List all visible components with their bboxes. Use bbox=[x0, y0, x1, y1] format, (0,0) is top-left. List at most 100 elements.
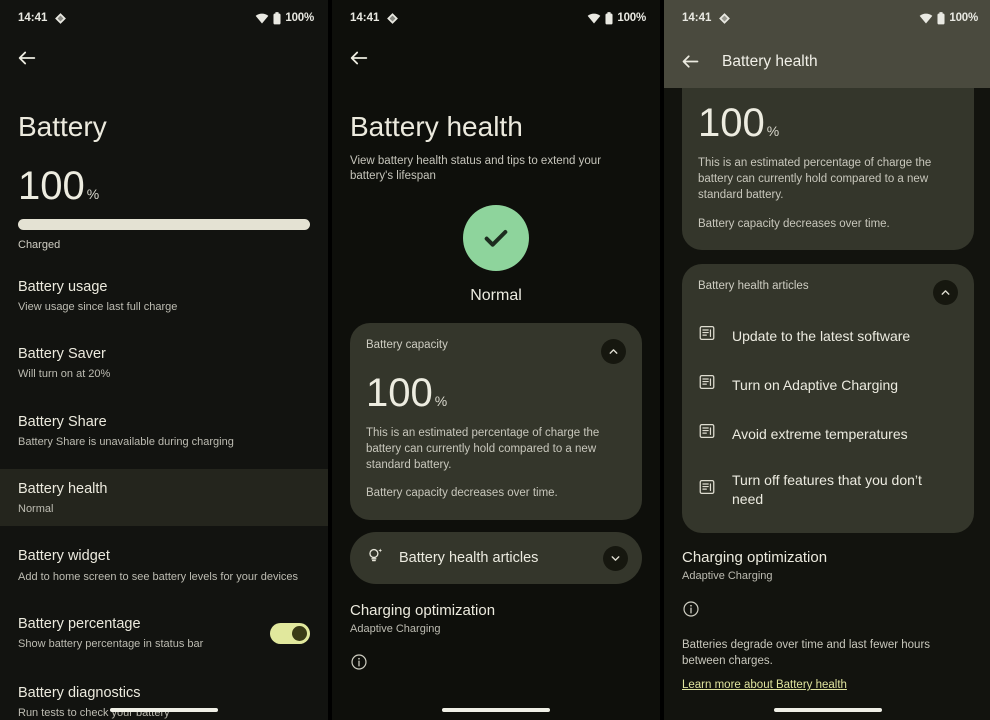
diamond-icon bbox=[54, 12, 67, 25]
status-bar: 14:41 100% bbox=[332, 0, 660, 36]
status-bar-time: 14:41 bbox=[18, 12, 48, 24]
chevron-up-icon[interactable] bbox=[933, 280, 958, 306]
battery-icon bbox=[937, 11, 945, 25]
status-bar-left: 14:41 bbox=[18, 12, 67, 25]
info-icon bbox=[682, 600, 974, 623]
diamond-icon bbox=[718, 12, 731, 25]
degradation-note: Batteries degrade over time and last few… bbox=[682, 638, 931, 667]
capacity-number: 100 bbox=[698, 101, 765, 145]
list-item-battery-health[interactable]: Battery health Normal bbox=[0, 469, 328, 527]
gesture-nav-pill[interactable] bbox=[442, 708, 550, 712]
article-list-item[interactable]: Turn on Adaptive Charging bbox=[698, 360, 958, 409]
app-bar: Battery health bbox=[664, 36, 990, 88]
panel-battery-health: 14:41 100% Battery health View battery h… bbox=[332, 0, 660, 720]
back-bar bbox=[0, 36, 328, 80]
back-arrow-icon[interactable] bbox=[16, 47, 38, 69]
list-item[interactable]: Battery Share Battery Share is unavailab… bbox=[18, 402, 310, 459]
list-item-summary: Show battery percentage in status bar bbox=[18, 638, 204, 651]
charging-optimization-title[interactable]: Charging optimization bbox=[350, 602, 642, 619]
card-label: Battery capacity bbox=[366, 338, 448, 351]
toggle-knob bbox=[292, 625, 307, 641]
battery-capacity-card[interactable]: 100% This is an estimated percentage of … bbox=[682, 66, 974, 251]
capacity-unit: % bbox=[766, 123, 780, 139]
check-circle-icon bbox=[463, 204, 529, 271]
list-item[interactable]: Battery Saver Will turn on at 20% bbox=[18, 334, 310, 391]
articles-bar-title: Battery health articles bbox=[399, 550, 539, 567]
article-label: Update to the latest software bbox=[732, 327, 911, 344]
list-item-title: Battery usage bbox=[18, 278, 108, 295]
battery-percentage-toggle[interactable] bbox=[270, 622, 310, 644]
status-bar-time: 14:41 bbox=[682, 12, 712, 24]
status-bar-left: 14:41 bbox=[350, 12, 399, 25]
status-bar-battery-percent: 100% bbox=[285, 12, 314, 24]
info-icon bbox=[350, 653, 642, 676]
panel3-body: 100% This is an estimated percentage of … bbox=[664, 66, 990, 693]
panel1-body: Battery 100% Charged Battery usage View … bbox=[0, 80, 328, 720]
wifi-icon bbox=[587, 13, 601, 24]
status-bar-battery-percent: 100% bbox=[617, 12, 646, 24]
panel-battery-settings: 14:41 100% Battery 100 % Charged Battery… bbox=[0, 0, 328, 720]
list-item-title: Battery Share bbox=[18, 413, 107, 430]
lightbulb-idea-icon bbox=[366, 546, 385, 570]
list-item-summary: Normal bbox=[18, 503, 54, 516]
charging-optimization-summary: Adaptive Charging bbox=[682, 569, 773, 582]
list-item-summary: View usage since last full charge bbox=[18, 300, 178, 313]
article-icon bbox=[698, 478, 716, 501]
status-bar: 14:41 100% bbox=[0, 0, 328, 36]
wifi-icon bbox=[919, 13, 933, 24]
list-item[interactable]: Battery usage View usage since last full… bbox=[18, 267, 310, 324]
capacity-paragraph-2: Battery capacity decreases over time. bbox=[698, 217, 890, 230]
capacity-unit: % bbox=[434, 392, 448, 409]
charging-optimization-summary: Adaptive Charging bbox=[350, 623, 441, 636]
back-arrow-icon[interactable] bbox=[680, 51, 702, 73]
list-item-summary: Battery Share is unavailable during char… bbox=[18, 435, 234, 448]
list-item-battery-percentage[interactable]: Battery percentage Show battery percenta… bbox=[18, 604, 310, 661]
list-item-summary: Add to home screen to see battery levels… bbox=[18, 570, 299, 583]
article-icon bbox=[698, 324, 716, 347]
capacity-paragraph-1: This is an estimated percentage of charg… bbox=[698, 157, 932, 201]
article-list-item[interactable]: Avoid extreme temperatures bbox=[698, 409, 958, 458]
list-item-title: Battery Saver bbox=[18, 346, 106, 363]
status-bar-right: 100% bbox=[587, 11, 646, 25]
status-bar-time: 14:41 bbox=[350, 12, 380, 24]
battery-health-articles-bar[interactable]: Battery health articles bbox=[350, 532, 642, 585]
list-item[interactable]: Battery diagnostics Run tests to check y… bbox=[18, 673, 310, 720]
app-bar-title: Battery health bbox=[722, 53, 818, 70]
three-panel-screenshot: 14:41 100% Battery 100 % Charged Battery… bbox=[0, 0, 990, 720]
status-bar-right: 100% bbox=[919, 11, 978, 25]
page-subtitle: View battery health status and tips to e… bbox=[350, 154, 602, 183]
article-label: Turn off features that you don’t need bbox=[732, 472, 922, 507]
capacity-paragraph-2: Battery capacity decreases over time. bbox=[366, 487, 558, 500]
battery-level-unit: % bbox=[86, 185, 100, 202]
learn-more-link[interactable]: Learn more about Battery health bbox=[682, 679, 847, 691]
gesture-nav-pill[interactable] bbox=[110, 708, 218, 712]
battery-icon bbox=[605, 11, 613, 25]
status-bar-battery-percent: 100% bbox=[949, 12, 978, 24]
list-item[interactable]: Battery widget Add to home screen to see… bbox=[18, 536, 310, 593]
health-status-label: Normal bbox=[470, 286, 522, 304]
battery-progress-bar bbox=[18, 218, 310, 230]
back-bar bbox=[332, 36, 660, 80]
article-label: Turn on Adaptive Charging bbox=[732, 376, 899, 393]
card-label: Battery health articles bbox=[698, 280, 809, 293]
chevron-down-icon[interactable] bbox=[603, 545, 628, 571]
chevron-up-icon[interactable] bbox=[601, 338, 626, 364]
page-title: Battery health bbox=[350, 111, 523, 142]
battery-capacity-card[interactable]: Battery capacity 100% This is an estimat… bbox=[350, 322, 642, 521]
article-icon bbox=[698, 373, 716, 396]
battery-health-articles-card: Battery health articles Update to the la… bbox=[682, 264, 974, 533]
back-arrow-icon[interactable] bbox=[348, 47, 370, 69]
charging-optimization-title[interactable]: Charging optimization bbox=[682, 549, 974, 566]
list-item-title: Battery health bbox=[18, 481, 108, 498]
gesture-nav-pill[interactable] bbox=[774, 708, 882, 712]
list-item-text: Battery percentage Show battery percenta… bbox=[18, 615, 203, 651]
battery-capacity-value: 100% bbox=[366, 373, 626, 413]
status-bar: 14:41 100% bbox=[664, 0, 990, 36]
panel2-body: Battery health View battery health statu… bbox=[332, 80, 660, 676]
article-list-item[interactable]: Update to the latest software bbox=[698, 311, 958, 360]
card-header: Battery health articles bbox=[698, 280, 958, 306]
list-item-title: Battery diagnostics bbox=[18, 685, 141, 702]
article-list-item[interactable]: Turn off features that you don’t need bbox=[698, 458, 958, 520]
charge-state-label: Charged bbox=[18, 238, 61, 251]
article-label: Avoid extreme temperatures bbox=[732, 425, 908, 442]
